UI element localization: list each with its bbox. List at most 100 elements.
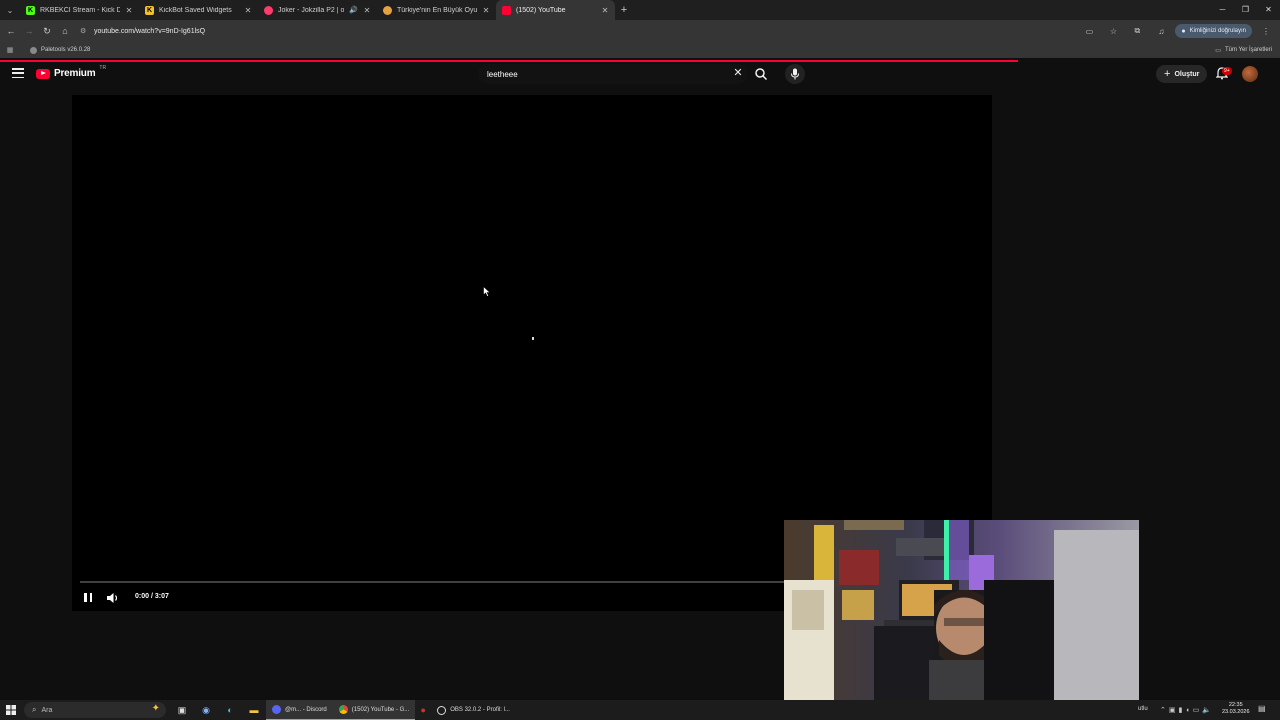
taskbar-app-label: OBS 32.0.2 - Profil: l... bbox=[450, 707, 510, 713]
search-icon bbox=[755, 68, 768, 81]
clock[interactable]: 22:35 23.03.2026 bbox=[1222, 702, 1250, 716]
edge-icon[interactable]: ◐ bbox=[218, 700, 242, 720]
tab-close-icon[interactable]: ✕ bbox=[125, 6, 133, 15]
mouse-cursor-icon bbox=[483, 286, 491, 297]
tab-title: RKBEKCI Stream - Kick Dashboard bbox=[40, 6, 120, 14]
webcam-overlay bbox=[784, 520, 1139, 720]
chevron-up-icon[interactable]: ⌃ bbox=[1160, 706, 1166, 714]
tab-gaming-site[interactable]: Türkiye'nin En Büyük Oyuncu D... ✕ bbox=[377, 0, 496, 20]
url-text: youtube.com/watch?v=9nD-Ig61lsQ bbox=[94, 27, 206, 35]
create-label: Oluştur bbox=[1174, 70, 1200, 78]
restore-icon[interactable]: ❐ bbox=[1234, 0, 1257, 20]
speaker-icon[interactable]: 🔈 bbox=[1202, 706, 1211, 714]
tab-search-icon[interactable]: ⌄ bbox=[0, 0, 20, 20]
browser-toolbar: ← → ↻ ⌂ ⚙ youtube.com/watch?v=9nD-Ig61ls… bbox=[0, 20, 1280, 42]
network-icon[interactable]: ▭ bbox=[1193, 706, 1200, 714]
close-window-icon[interactable]: ✕ bbox=[1257, 0, 1280, 20]
create-button[interactable]: + Oluştur bbox=[1156, 65, 1208, 83]
taskbar-app-chrome[interactable]: (1502) YouTube - G... bbox=[332, 700, 416, 720]
clock-date: 23.03.2026 bbox=[1222, 709, 1250, 715]
microphone-icon bbox=[791, 68, 799, 80]
forward-icon[interactable]: → bbox=[20, 26, 38, 36]
tab-close-icon[interactable]: ✕ bbox=[244, 6, 252, 15]
tray-app-icon[interactable]: ▣ bbox=[1169, 706, 1176, 714]
search-icon: ⌕ bbox=[32, 705, 37, 714]
tab-kickbot-widgets[interactable]: K KickBot Saved Widgets ✕ bbox=[139, 0, 258, 20]
taskbar-app-label: (1502) YouTube - G... bbox=[351, 706, 410, 713]
youtube-header: Premium TR leetheee ✕ + Oluştur 9+ bbox=[0, 62, 1280, 88]
taskbar-app-discord[interactable]: @m... - Discord bbox=[266, 700, 333, 720]
browser-menu-icon[interactable]: ⋮ bbox=[1256, 27, 1276, 36]
volume-tray-icon[interactable]: ◖ bbox=[1185, 707, 1189, 714]
new-tab-button[interactable]: + bbox=[615, 4, 633, 16]
obs-icon bbox=[437, 705, 447, 715]
verify-identity-button[interactable]: ● Kimliğinizi doğrulayın bbox=[1175, 24, 1252, 38]
bookmarks-bar: ▦ Paletools v26.0.28 ▭ Tüm Yer İşaretler… bbox=[0, 42, 1280, 58]
clear-search-icon[interactable]: ✕ bbox=[731, 66, 745, 79]
chrome-icon bbox=[338, 705, 348, 714]
loading-indicator bbox=[532, 337, 534, 340]
taskbar-app-label: @m... - Discord bbox=[285, 706, 327, 713]
tab-title: Joker - Jokzilla P2 | official bbox=[278, 6, 345, 14]
taskbar-search-placeholder: Ara bbox=[41, 706, 53, 714]
profile-icon: ● bbox=[1181, 27, 1186, 35]
paletools-icon bbox=[30, 46, 37, 54]
avatar[interactable] bbox=[1242, 66, 1258, 82]
cast-icon[interactable]: ▭ bbox=[1079, 27, 1099, 36]
start-button[interactable] bbox=[0, 700, 22, 720]
plus-icon: + bbox=[1164, 68, 1171, 80]
file-explorer-icon[interactable]: ▬ bbox=[242, 700, 266, 720]
weather-text[interactable]: utlu bbox=[1138, 706, 1148, 712]
mute-button[interactable] bbox=[106, 591, 120, 603]
tab-joker-music[interactable]: Joker - Jokzilla P2 | official 🔊 ✕ bbox=[258, 0, 377, 20]
back-icon[interactable]: ← bbox=[2, 26, 20, 36]
minimize-icon[interactable]: ─ bbox=[1211, 0, 1234, 20]
tab-close-icon[interactable]: ✕ bbox=[482, 6, 490, 15]
tab-close-icon[interactable]: ✕ bbox=[601, 6, 609, 15]
toolbar-actions: ▭ ☆ ⧉ ♫ ● Kimliğinizi doğrulayın ⋮ bbox=[1079, 20, 1280, 42]
media-control-icon[interactable]: ♫ bbox=[1151, 27, 1171, 36]
tab-audio-icon[interactable]: 🔊 bbox=[349, 6, 358, 14]
extensions-icon[interactable]: ⧉ bbox=[1127, 26, 1147, 36]
taskbar-app-obs[interactable]: OBS 32.0.2 - Profil: l... bbox=[431, 700, 516, 720]
task-view-icon[interactable]: ▣ bbox=[170, 700, 194, 720]
window-controls: ─ ❐ ✕ bbox=[1211, 0, 1280, 20]
tab-close-icon[interactable]: ✕ bbox=[363, 6, 371, 15]
home-icon[interactable]: ⌂ bbox=[56, 26, 74, 36]
youtube-premium-logo[interactable]: Premium TR bbox=[36, 64, 107, 79]
microphone-icon[interactable]: ▮ bbox=[1179, 706, 1183, 714]
reload-icon[interactable]: ↻ bbox=[38, 26, 56, 37]
clock-time: 22:35 bbox=[1228, 702, 1243, 708]
discord-icon bbox=[272, 705, 281, 714]
country-code: TR bbox=[99, 64, 107, 71]
all-bookmarks-label: Tüm Yer İşaretleri bbox=[1224, 47, 1272, 53]
copilot-icon[interactable]: ◉ bbox=[194, 700, 218, 720]
tab-title: Türkiye'nin En Büyük Oyuncu D... bbox=[397, 6, 477, 14]
tab-title: (1502) YouTube bbox=[516, 6, 566, 14]
verify-label: Kimliğinizi doğrulayın bbox=[1189, 28, 1246, 34]
search-input[interactable]: leetheee bbox=[478, 64, 748, 84]
app-red-icon[interactable]: ● bbox=[415, 700, 431, 720]
browser-tab-strip: ⌄ K RKBEKCI Stream - Kick Dashboard ✕ K … bbox=[0, 0, 1280, 20]
search-button[interactable] bbox=[751, 65, 771, 83]
tab-youtube[interactable]: (1502) YouTube ✕ bbox=[496, 0, 615, 20]
site-info-icon[interactable]: ⚙ bbox=[80, 27, 94, 35]
pause-icon bbox=[84, 592, 87, 602]
tab-kick-dashboard[interactable]: K RKBEKCI Stream - Kick Dashboard ✕ bbox=[20, 0, 139, 20]
screen: ⌄ K RKBEKCI Stream - Kick Dashboard ✕ K … bbox=[0, 0, 1280, 720]
bookmark-paletools[interactable]: Paletools v26.0.28 bbox=[30, 46, 90, 54]
address-bar[interactable]: ⚙ youtube.com/watch?v=9nD-Ig61lsQ bbox=[80, 23, 1170, 39]
taskbar-search-input[interactable]: ⌕ Ara ✦ bbox=[24, 702, 166, 718]
time-display: 0:00 / 3:07 bbox=[135, 593, 169, 600]
notification-center-icon[interactable]: ▤ bbox=[1258, 704, 1266, 713]
youtube-play-logo-icon bbox=[36, 68, 50, 79]
voice-search-button[interactable] bbox=[785, 64, 805, 84]
pause-icon bbox=[89, 592, 92, 602]
pause-button[interactable] bbox=[82, 590, 94, 604]
bookmark-star-icon[interactable]: ☆ bbox=[1103, 27, 1123, 36]
search-highlight-icon: ✦ bbox=[151, 703, 160, 714]
all-bookmarks-button[interactable]: ▭ Tüm Yer İşaretleri bbox=[1215, 42, 1272, 58]
apps-grid-icon[interactable]: ▦ bbox=[0, 46, 20, 54]
guide-menu-icon[interactable] bbox=[12, 68, 24, 78]
folder-icon: ▭ bbox=[1215, 47, 1221, 54]
